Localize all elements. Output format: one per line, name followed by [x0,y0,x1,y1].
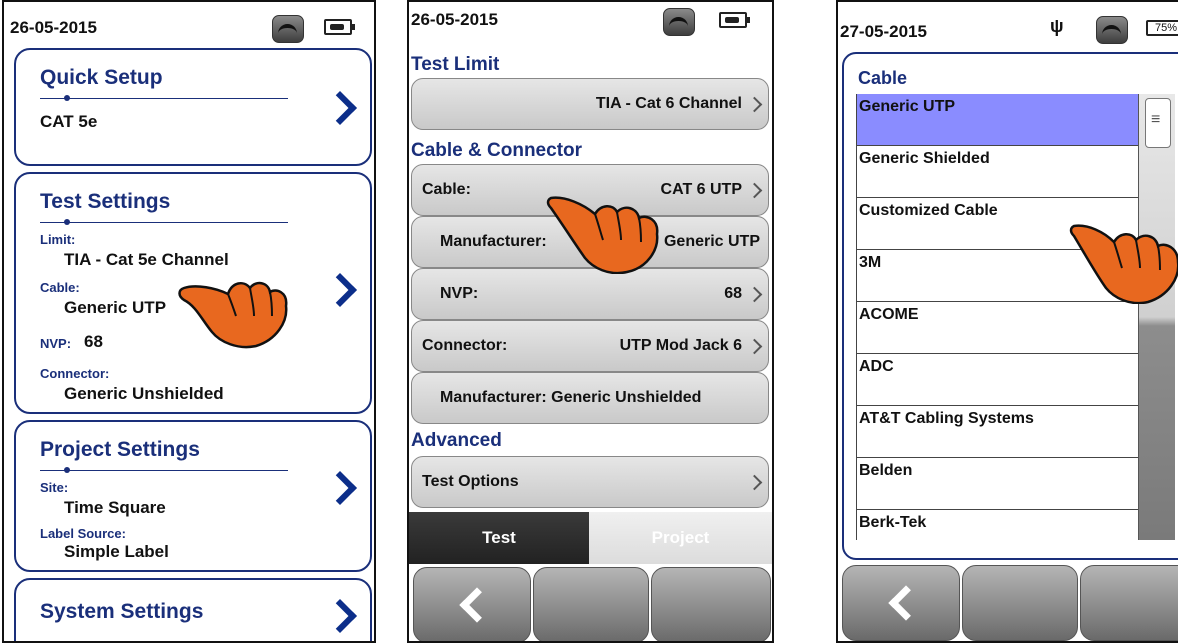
chevron-right-icon [323,471,357,505]
back-button[interactable] [842,565,960,641]
chevron-right-icon [746,286,763,303]
list-item[interactable]: ADC [856,354,1138,406]
tab-bar: Test Project [409,512,772,564]
chevron-right-icon [746,474,763,491]
pointing-hand-icon [1069,224,1178,304]
date-display: 26-05-2015 [10,18,97,37]
cable-value: CAT 6 UTP [660,181,742,198]
quick-setup-title: Quick Setup [40,66,163,89]
status-bar: 27-05-2015 ψ 75% [838,2,1178,46]
test-limit-header: Test Limit [411,54,500,75]
battery-icon: 75% [1146,20,1178,36]
advanced-header: Advanced [411,430,502,451]
back-button[interactable] [413,567,531,641]
list-item[interactable]: Berk-Tek [856,510,1138,540]
battery-charging-icon [719,12,750,28]
chevron-left-icon [459,587,495,623]
pointing-hand-icon [178,281,288,349]
battery-charging-icon [324,19,355,35]
site-value: Time Square [64,498,166,517]
list-item[interactable]: AT&T Cabling Systems [856,406,1138,458]
scrollbar-thumb[interactable] [1145,98,1171,148]
label-source-value: Simple Label [64,542,169,561]
test-options-label: Test Options [422,473,519,490]
nvp-value: 68 [84,332,103,351]
manufacturer-connector-row[interactable]: Manufacturer: Generic Unshielded [411,372,769,424]
phone-icon [1096,16,1128,44]
pointing-hand-icon [546,196,659,274]
test-settings-title: Test Settings [40,190,171,213]
status-bar: 26-05-2015 [4,2,374,46]
system-settings-title: System Settings [40,600,204,623]
status-bar: 26-05-2015 [409,2,772,46]
divider [40,470,288,471]
date-display: 27-05-2015 [840,22,927,41]
connector-label: Connector: [40,366,110,381]
quick-setup-card[interactable]: Quick Setup CAT 5e [14,48,372,166]
label-source-label: Label Source: [40,526,126,541]
chevron-right-icon [746,338,763,355]
list-item[interactable]: Belden [856,458,1138,510]
nav-button-3[interactable] [1080,565,1178,641]
chevron-right-icon [323,91,357,125]
divider [40,222,288,223]
manufacturer-connector: Manufacturer: Generic Unshielded [440,389,702,406]
manufacturer-value: Generic UTP [663,233,760,250]
list-item[interactable]: Generic UTP [856,94,1138,146]
nav-button-2[interactable] [962,565,1078,641]
nav-button-2[interactable] [533,567,649,641]
cable-value: Generic UTP [64,298,167,317]
chevron-right-icon [323,273,357,307]
divider-dot [64,219,70,225]
usb-icon: ψ [1050,16,1064,36]
project-settings-card[interactable]: Project Settings Site: Time Square Label… [14,420,372,572]
nvp-label: NVP: [440,285,479,302]
chevron-right-icon [323,599,357,633]
connector-value: UTP Mod Jack 6 [619,337,742,354]
site-label: Site: [40,480,69,495]
chevron-right-icon [746,96,763,113]
tab-test[interactable]: Test [409,512,589,564]
main-menu-screen: 26-05-2015 Quick Setup CAT 5e Test Setti… [2,0,376,643]
system-settings-card[interactable]: System Settings [14,578,372,641]
tab-project[interactable]: Project [589,512,772,564]
connector-row[interactable]: Connector: UTP Mod Jack 6 [411,320,769,372]
nav-bar [409,563,772,641]
phone-icon [663,8,695,36]
project-settings-title: Project Settings [40,438,200,461]
divider [40,98,288,99]
connector-label: Connector: [422,337,508,354]
test-limit-value: TIA - Cat 6 Channel [595,95,742,112]
cable-select-screen: 27-05-2015 ψ 75% Cable Generic UTP Gener… [836,0,1178,643]
list-item[interactable]: Generic Shielded [856,146,1138,198]
chevron-right-icon [746,182,763,199]
divider-dot [64,95,70,101]
nav-button-3[interactable] [651,567,771,641]
cable-header: Cable [858,68,908,88]
connector-value: Generic Unshielded [64,384,224,403]
list-item[interactable]: ACOME [856,302,1138,354]
scrollbar[interactable] [1138,94,1175,540]
cable-label: Cable: [40,280,80,295]
manufacturer-label: Manufacturer: [440,233,547,250]
test-settings-screen: 26-05-2015 Test Limit TIA - Cat 6 Channe… [407,0,774,643]
test-options-row[interactable]: Test Options [411,456,769,508]
divider-dot [64,467,70,473]
limit-label: Limit: [40,232,76,247]
chevron-left-icon [888,585,924,621]
battery-percent: 75% [1154,22,1178,34]
nav-bar [838,561,1178,641]
cable-list: Generic UTP Generic Shielded Customized … [856,94,1138,540]
nvp-row[interactable]: NVP: 68 [411,268,769,320]
nvp-value: 68 [724,285,742,302]
cable-connector-header: Cable & Connector [411,140,583,161]
quick-setup-value: CAT 5e [40,112,98,131]
cable-label: Cable: [422,181,471,198]
date-display: 26-05-2015 [411,10,498,29]
nvp-label: NVP: [40,336,72,351]
test-limit-row[interactable]: TIA - Cat 6 Channel [411,78,769,130]
phone-icon [272,15,304,43]
